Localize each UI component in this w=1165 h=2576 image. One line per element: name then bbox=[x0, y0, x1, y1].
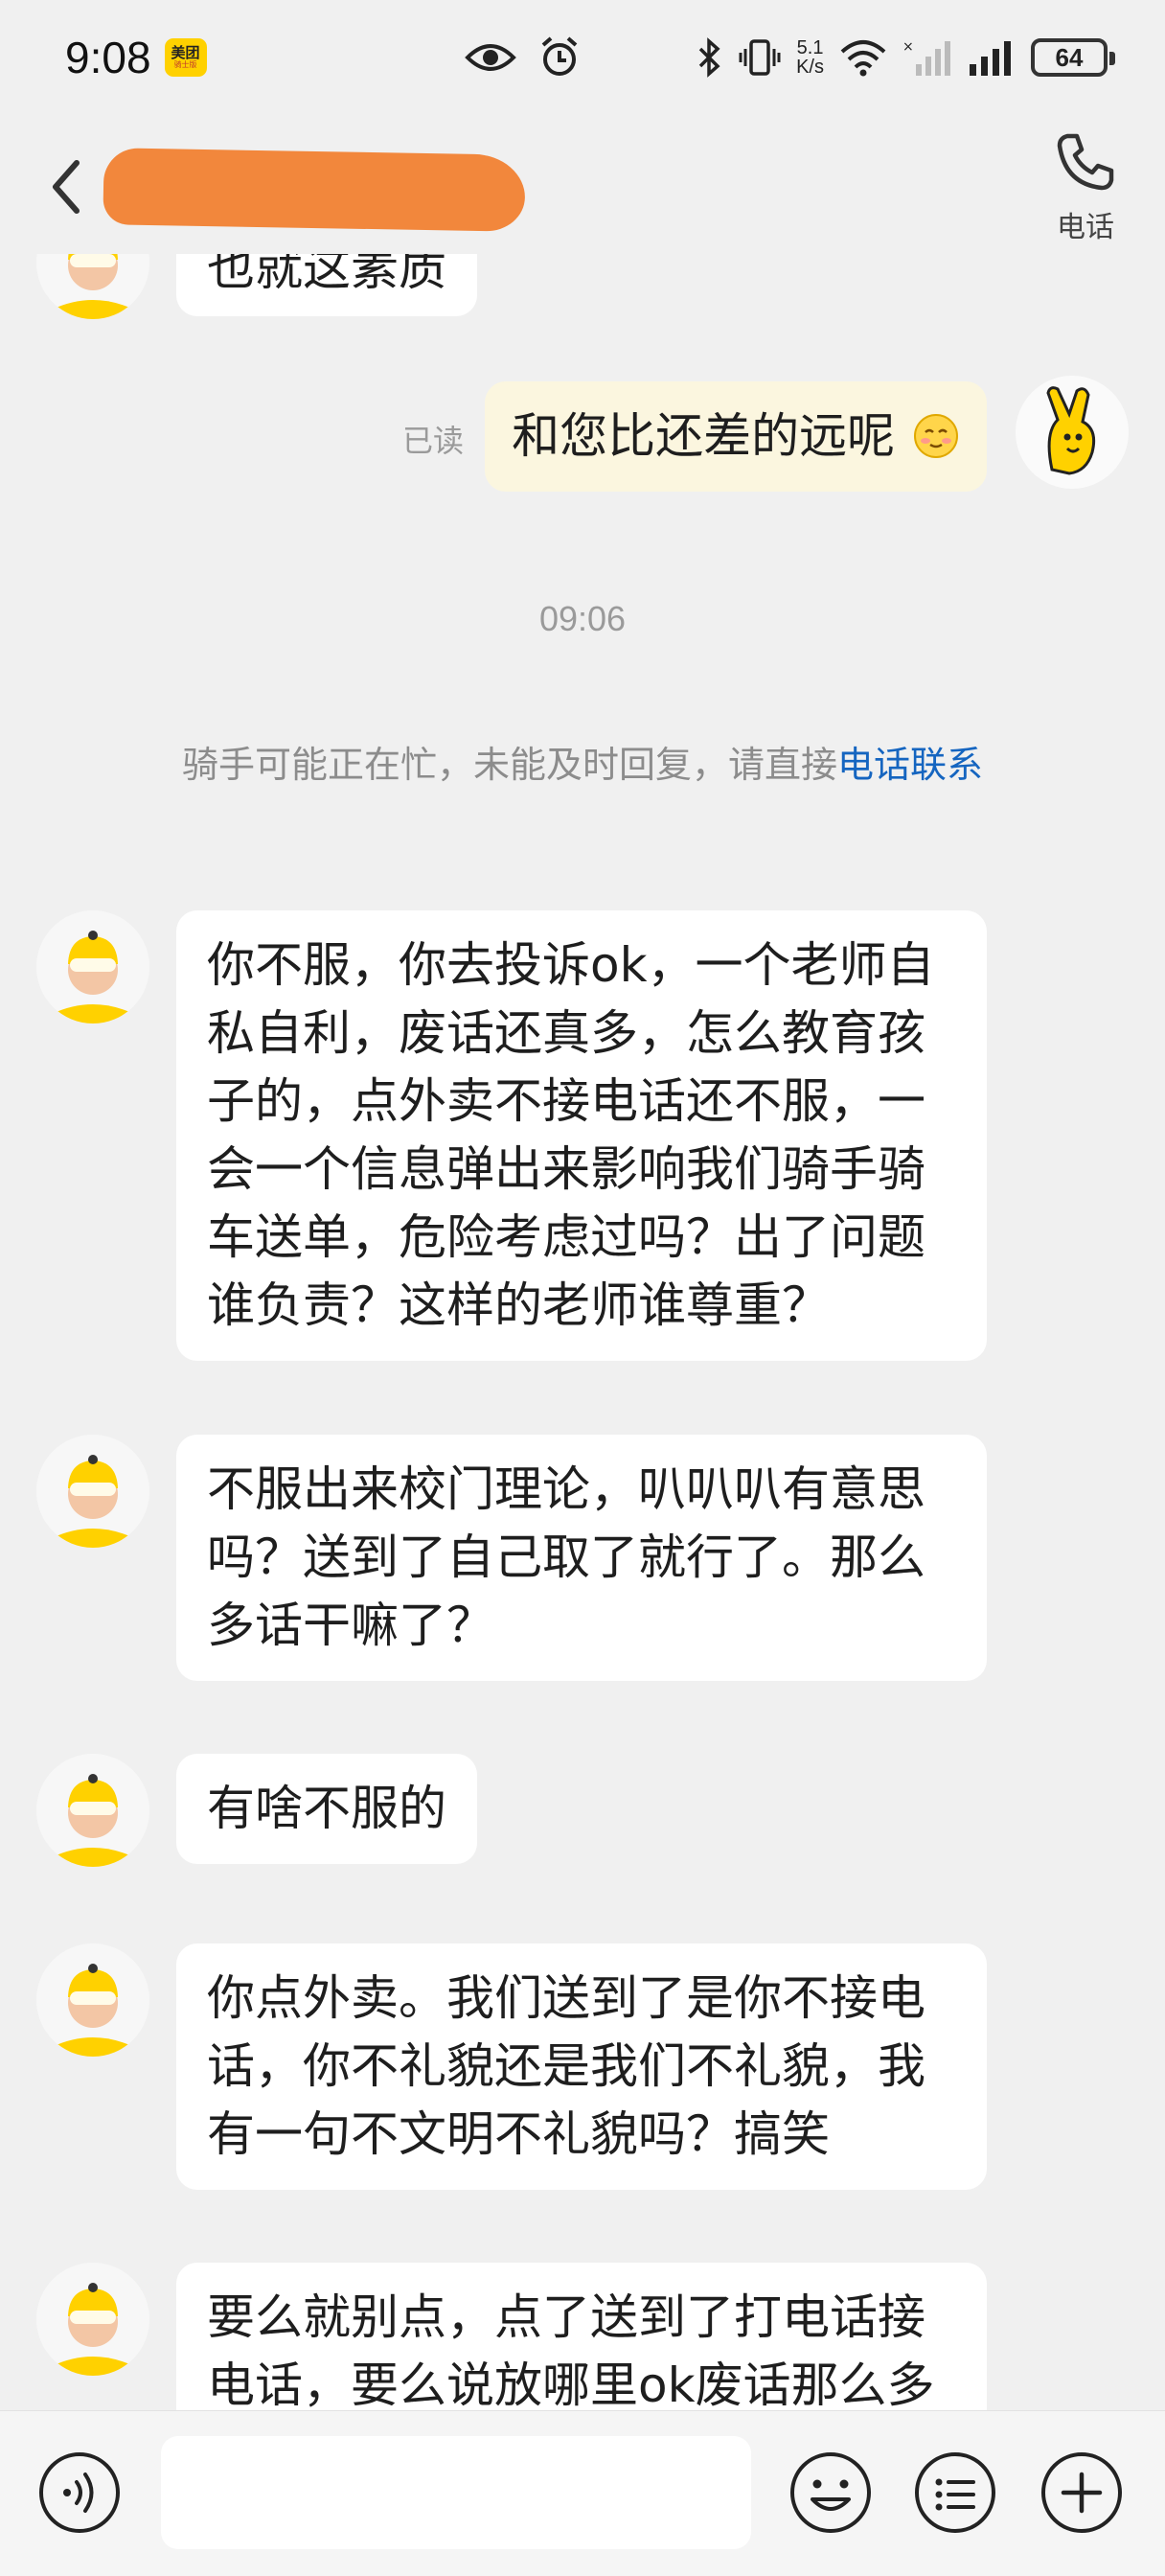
message-bubble[interactable]: 也就这素质 bbox=[176, 254, 477, 316]
message-bubble[interactable]: 要么就别点，点了送到了打电话接电话，要么说放哪里ok废话那么多 bbox=[176, 2263, 987, 2410]
signal-icon bbox=[970, 41, 1011, 76]
rider-avatar-icon bbox=[36, 254, 149, 319]
rider-avatar-icon bbox=[36, 1944, 149, 2057]
message-input[interactable] bbox=[161, 2436, 751, 2549]
call-label: 电话 bbox=[1057, 211, 1114, 244]
app-badge-sublabel: 骑士版 bbox=[173, 59, 197, 69]
voice-input-button[interactable] bbox=[36, 2450, 123, 2536]
list-icon bbox=[915, 2452, 995, 2533]
message-text: 你点外卖。我们送到了是你不接电话，你不礼貌还是我们不礼貌，我有一句不文明不礼貌吗… bbox=[207, 1970, 925, 2162]
alarm-icon bbox=[541, 36, 578, 76]
blushing-face-icon bbox=[914, 414, 958, 458]
rider-avatar[interactable] bbox=[36, 1944, 149, 2057]
app-badge-label: 美团 bbox=[171, 43, 200, 61]
rider-avatar[interactable] bbox=[36, 254, 149, 319]
rider-avatar-icon bbox=[36, 2263, 149, 2376]
redacted-contact-name bbox=[103, 148, 526, 232]
rider-avatar[interactable] bbox=[36, 1754, 149, 1867]
message-timestamp: 09:06 bbox=[538, 599, 627, 638]
message-text: 你不服，你去投诉ok，一个老师自私自利，废话还真多，怎么教育孩子的，点外卖不接电… bbox=[207, 937, 935, 1333]
plus-icon bbox=[1041, 2452, 1122, 2533]
phone-icon bbox=[1057, 133, 1114, 191]
rider-avatar[interactable] bbox=[36, 1435, 149, 1548]
quick-reply-button[interactable] bbox=[912, 2450, 998, 2536]
rider-avatar[interactable] bbox=[36, 2263, 149, 2376]
system-notice: 骑手可能正在忙，未能及时回复，请直接电话联系 bbox=[144, 741, 1021, 789]
message-bubble[interactable]: 有啥不服的 bbox=[176, 1754, 477, 1864]
wifi-icon bbox=[840, 40, 886, 77]
rider-avatar-icon bbox=[36, 910, 149, 1024]
status-right: 5.1 K/s × 64 bbox=[697, 37, 1115, 78]
bluetooth-icon bbox=[698, 37, 720, 78]
rider-avatar-icon bbox=[36, 1754, 149, 1867]
battery-level: 64 bbox=[1055, 42, 1084, 72]
message-text: 也就这素质 bbox=[207, 254, 446, 296]
message-bubble[interactable]: 你点外卖。我们送到了是你不接电话，你不礼貌还是我们不礼貌，我有一句不文明不礼貌吗… bbox=[176, 1944, 987, 2190]
my-avatar[interactable] bbox=[1016, 376, 1129, 489]
message-text: 要么就别点，点了送到了打电话接电话，要么说放哪里ok废话那么多 bbox=[207, 2289, 935, 2410]
net-speed: 5.1 K/s bbox=[796, 38, 824, 77]
signal-icon: × bbox=[902, 39, 950, 76]
rider-avatar-icon bbox=[36, 1435, 149, 1548]
call-button[interactable]: 电话 bbox=[1042, 128, 1129, 244]
yellow-hand-avatar-icon bbox=[1016, 376, 1129, 489]
my-message-text: 和您比还差的远呢 bbox=[512, 408, 896, 464]
message-bubble[interactable]: 你不服，你去投诉ok，一个老师自私自利，废话还真多，怎么教育孩子的，点外卖不接电… bbox=[176, 910, 987, 1361]
net-speed-unit: K/s bbox=[796, 57, 824, 78]
read-status: 已读 bbox=[402, 423, 465, 459]
message-text: 有啥不服的 bbox=[207, 1781, 446, 1836]
svg-text:×: × bbox=[902, 39, 914, 55]
input-bar bbox=[0, 2410, 1165, 2576]
back-button[interactable] bbox=[42, 153, 90, 220]
message-bubble[interactable]: 不服出来校门理论，叭叭叭有意思吗？送到了自己取了就行了。那么多话干嘛了？ bbox=[176, 1435, 987, 1681]
vibrate-icon bbox=[739, 39, 781, 76]
meituan-app-icon: 美团 骑士版 bbox=[164, 38, 207, 77]
chat-messages[interactable]: 也就这素质 已读 和您比还差的远呢 09:06 骑手可能正在忙，未能及时回复，请… bbox=[0, 254, 1165, 2410]
chat-header: 电话 bbox=[0, 115, 1165, 254]
chevron-left-icon bbox=[53, 160, 80, 214]
voice-icon bbox=[39, 2452, 120, 2533]
eye-icon bbox=[465, 44, 517, 71]
more-button[interactable] bbox=[1039, 2450, 1125, 2536]
status-left: 9:08 美团 骑士版 bbox=[65, 32, 207, 83]
net-speed-value: 5.1 bbox=[796, 37, 824, 58]
message-text: 不服出来校门理论，叭叭叭有意思吗？送到了自己取了就行了。那么多话干嘛了？ bbox=[207, 1461, 925, 1653]
status-bar: 9:08 美团 骑士版 5.1 K/s × 64 bbox=[0, 0, 1165, 115]
call-contact-link[interactable]: 电话联系 bbox=[837, 744, 983, 786]
emoji-button[interactable] bbox=[788, 2450, 874, 2536]
smiley-icon bbox=[790, 2452, 871, 2533]
clock: 9:08 bbox=[65, 33, 151, 82]
status-mid bbox=[465, 35, 582, 80]
my-message-bubble[interactable]: 和您比还差的远呢 bbox=[485, 381, 987, 492]
system-notice-text: 骑手可能正在忙，未能及时回复，请直接 bbox=[181, 744, 837, 786]
rider-avatar[interactable] bbox=[36, 910, 149, 1024]
battery-indicator: 64 bbox=[1031, 38, 1115, 77]
